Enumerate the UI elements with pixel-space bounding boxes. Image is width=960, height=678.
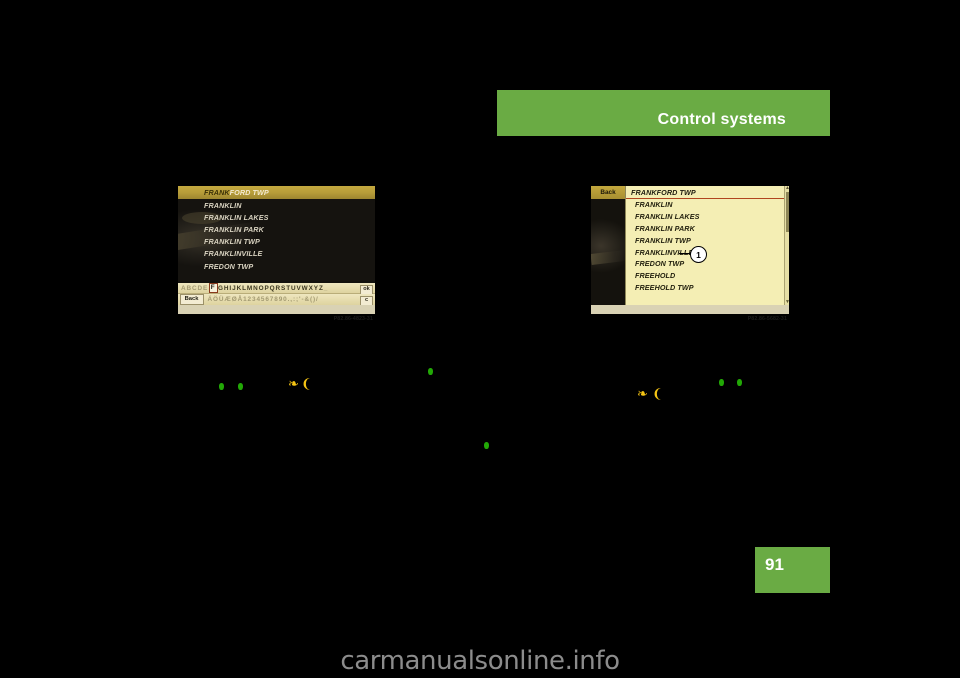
callout-marker-1: 1 — [690, 246, 707, 263]
keyboard-accent-keys[interactable]: ÄÖÜÆØÅ — [208, 296, 244, 303]
clear-button[interactable]: c — [360, 295, 373, 306]
figure-caption-bar — [178, 305, 375, 314]
keyboard-letters-after[interactable]: GHIJKLMNOPQRSTUVWXYZ — [218, 285, 324, 292]
manual-page: Control systems FRANKFORD TWP FRANKLIN F… — [0, 0, 960, 678]
back-button[interactable]: Back — [591, 186, 625, 199]
list-item[interactable]: FRANKLIN — [178, 199, 375, 211]
bullet-marker — [238, 383, 243, 390]
list-item[interactable]: FRANKLIN TWP — [178, 236, 375, 248]
autocompleted-characters: FORD TWP — [229, 188, 269, 197]
site-watermark: carmanualsonline.info — [340, 646, 620, 676]
city-list-dark[interactable]: FRANKLIN FRANKLIN LAKES FRANKLIN PARK FR… — [178, 199, 375, 272]
bullet-marker — [484, 442, 489, 449]
keyboard-symbol-keys[interactable]: .,:;'-&()/ — [288, 296, 319, 303]
control-knob-glyph-right: ❨ — [652, 387, 663, 402]
page-number: 91 — [765, 555, 784, 574]
list-item[interactable]: FRANKLINVILLE — [178, 248, 375, 260]
control-knob-glyph-left: ❧ — [637, 387, 648, 402]
figure-left: FRANKFORD TWP FRANKLIN FRANKLIN LAKES FR… — [178, 186, 375, 323]
keyboard-selected-letter[interactable]: F — [208, 283, 218, 293]
list-item[interactable]: FRANKLINVILLE — [626, 246, 789, 258]
bullet-marker — [219, 383, 224, 390]
list-item[interactable]: FRANKLIN PARK — [626, 223, 789, 235]
list-item[interactable]: FRANKLIN PARK — [178, 223, 375, 235]
comand-display-dark: FRANKFORD TWP FRANKLIN FRANKLIN LAKES FR… — [178, 186, 375, 314]
list-item[interactable]: FRANKLIN LAKES — [626, 211, 789, 223]
keyboard-row-letters[interactable]: ABCDE F GHIJKLMNOPQRSTUVWXYZ _ ok — [178, 283, 375, 295]
keyboard-row-symbols[interactable]: Back ÄÖÜÆØÅ 1234567890 .,:;'-&()/ c — [178, 294, 375, 306]
keyboard-letters-before[interactable]: ABCDE — [181, 285, 208, 292]
control-knob-glyph-right: ❨ — [301, 377, 312, 392]
list-item[interactable]: FREEHOLD TWP — [626, 282, 789, 294]
display-background-photo — [591, 186, 625, 305]
scroll-up-icon[interactable]: ▲ — [785, 186, 789, 191]
figure-caption-right: P82.86-5682-31 — [747, 316, 787, 322]
list-item[interactable]: FRANKLIN — [626, 199, 789, 211]
scrollbar[interactable]: ▲ ▼ — [784, 186, 789, 305]
scrollbar-thumb[interactable] — [785, 192, 789, 232]
figure-caption-bar — [591, 305, 789, 314]
keyboard-digit-keys[interactable]: 1234567890 — [243, 296, 288, 303]
list-item[interactable]: FREEHOLD — [626, 270, 789, 282]
figure-caption-left: P82.86-4823-31 — [333, 316, 373, 322]
list-item[interactable]: FRANKLIN LAKES — [178, 211, 375, 223]
selected-entry-row[interactable]: FRANKFORD TWP — [178, 186, 375, 199]
bullet-marker — [737, 379, 742, 386]
city-list-light[interactable]: FRANKFORD TWP FRANKLIN FRANKLIN LAKES FR… — [625, 186, 789, 305]
ok-button[interactable]: ok — [360, 284, 373, 295]
selected-entry-row[interactable]: FRANKFORD TWP — [626, 186, 789, 199]
back-button[interactable]: Back — [179, 294, 204, 305]
list-item[interactable]: FREDON TWP — [178, 260, 375, 272]
list-item[interactable]: FRANKLIN TWP — [626, 234, 789, 246]
control-knob-glyph-left: ❧ — [288, 377, 299, 392]
list-item[interactable]: FREDON TWP — [626, 258, 789, 270]
page-title: Control systems — [657, 111, 786, 128]
chapter-header-band: Control systems — [497, 90, 830, 136]
keyboard-space-key[interactable]: _ — [324, 285, 328, 292]
page-number-band: 91 — [755, 547, 830, 593]
bullet-marker — [719, 379, 724, 386]
typed-characters: FRANK — [204, 188, 230, 197]
bullet-marker — [428, 368, 433, 375]
